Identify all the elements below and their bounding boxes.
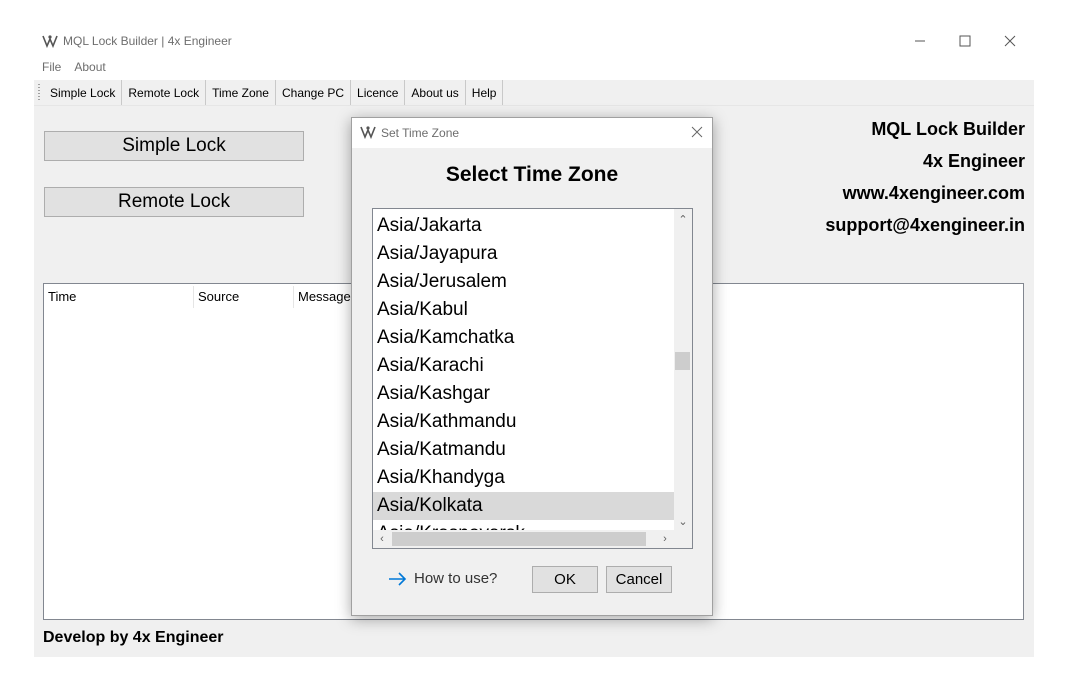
column-divider[interactable] [293, 286, 294, 308]
simple-lock-button[interactable]: Simple Lock [44, 131, 304, 161]
timezone-list-item[interactable]: Asia/Karachi [373, 352, 674, 380]
toolbar-help[interactable]: Help [466, 80, 504, 105]
menu-bar: File About [42, 60, 119, 78]
scroll-up-arrow-icon[interactable]: ⌃ [676, 212, 690, 226]
scroll-left-arrow-icon[interactable]: ‹ [375, 532, 389, 546]
maximize-icon [959, 35, 971, 47]
how-to-use-link[interactable]: How to use? [388, 570, 497, 587]
timezone-list-item[interactable]: Asia/Jayapura [373, 240, 674, 268]
app-logo-icon [360, 126, 376, 139]
column-header-time[interactable]: Time [48, 289, 76, 304]
close-icon [1004, 35, 1016, 47]
info-website: www.4xengineer.com [842, 183, 1025, 203]
info-email: support@4xengineer.in [825, 215, 1025, 235]
maximize-button[interactable] [942, 26, 988, 56]
app-logo-icon [42, 35, 58, 48]
toolbar: Simple Lock Remote Lock Time Zone Change… [34, 80, 1034, 106]
arrow-right-icon [389, 571, 407, 586]
horizontal-scroll-thumb[interactable] [392, 532, 646, 546]
dialog-heading: Select Time Zone [445, 163, 619, 186]
scrollbar-corner [674, 530, 692, 548]
dialog-title: Set Time Zone [381, 126, 460, 140]
toolbar-about-us[interactable]: About us [405, 80, 466, 105]
close-icon [691, 126, 703, 138]
timezone-list-item[interactable]: Asia/Kabul [373, 296, 674, 324]
close-button[interactable] [987, 26, 1033, 56]
timezone-list-item[interactable]: Asia/Kathmandu [373, 408, 674, 436]
timezone-list-item[interactable]: Asia/Jakarta [373, 212, 674, 240]
toolbar-grip[interactable] [38, 84, 40, 100]
timezone-list-item-selected[interactable]: Asia/Kolkata [373, 492, 674, 520]
info-app-name: MQL Lock Builder [871, 119, 1025, 139]
ok-button[interactable]: OK [532, 566, 598, 593]
dialog-close-button[interactable] [686, 122, 708, 142]
toolbar-licence[interactable]: Licence [351, 80, 406, 105]
toolbar-change-pc[interactable]: Change PC [276, 80, 352, 105]
column-header-source[interactable]: Source [198, 289, 239, 304]
vertical-scroll-thumb[interactable] [675, 352, 690, 370]
timezone-list-item[interactable]: Asia/Katmandu [373, 436, 674, 464]
remote-lock-button[interactable]: Remote Lock [44, 187, 304, 217]
toolbar-remote-lock[interactable]: Remote Lock [122, 80, 207, 105]
minimize-icon [915, 40, 925, 42]
timezone-list-item[interactable]: Asia/Jerusalem [373, 268, 674, 296]
cancel-button[interactable]: Cancel [606, 566, 672, 593]
minimize-button[interactable] [897, 26, 943, 56]
column-header-message[interactable]: Message [298, 289, 351, 304]
how-to-use-label: How to use? [414, 570, 498, 587]
timezone-list-item[interactable]: Asia/Kashgar [373, 380, 674, 408]
toolbar-time-zone[interactable]: Time Zone [206, 80, 276, 105]
footer-credit: Develop by 4x Engineer [43, 629, 224, 646]
timezone-list: Asia/Jakarta Asia/Jayapura Asia/Jerusalem A… [373, 209, 674, 530]
window-title: MQL Lock Builder | 4x Engineer [63, 34, 232, 48]
toolbar-simple-lock[interactable]: Simple Lock [44, 80, 123, 105]
timezone-list-item[interactable]: Asia/Kamchatka [373, 324, 674, 352]
timezone-list-item[interactable]: Asia/Krasnoyarsk [373, 520, 674, 530]
menu-about[interactable]: About [74, 60, 105, 78]
column-divider[interactable] [193, 286, 194, 308]
info-company: 4x Engineer [922, 151, 1025, 171]
scroll-down-arrow-icon[interactable]: ⌄ [676, 514, 690, 528]
timezone-list-item[interactable]: Asia/Khandyga [373, 464, 674, 492]
menu-file[interactable]: File [42, 60, 61, 78]
scroll-right-arrow-icon[interactable]: › [658, 532, 672, 546]
